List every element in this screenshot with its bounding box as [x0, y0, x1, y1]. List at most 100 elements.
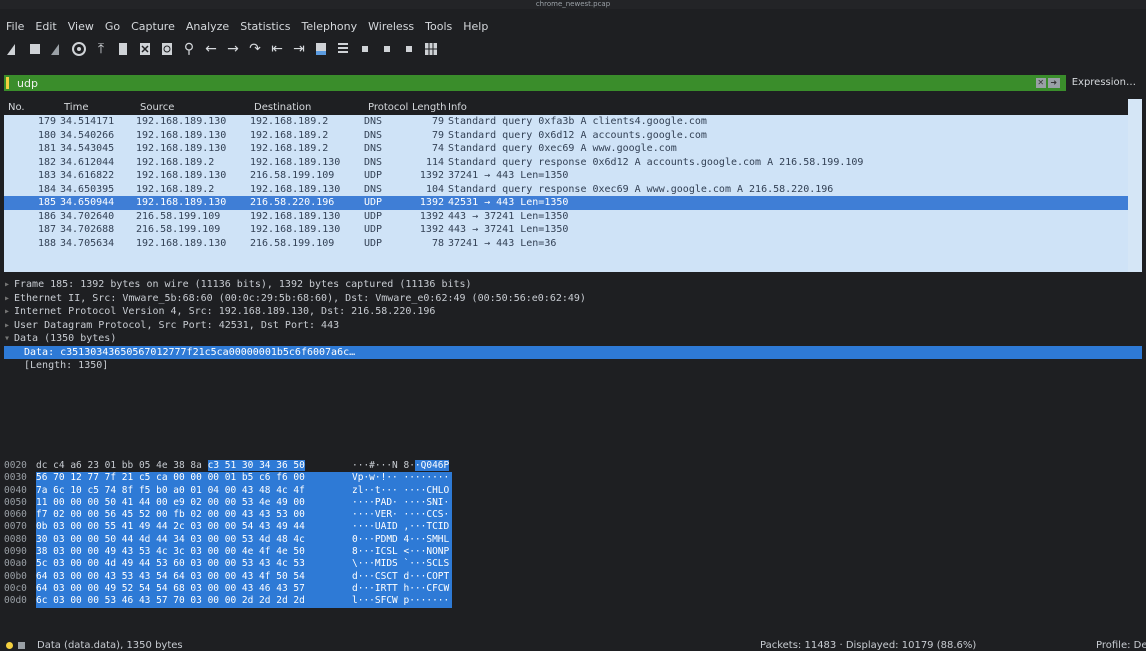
cell-length: 104 [425, 183, 444, 195]
packet-row[interactable]: 181 34.543045 192.168.189.130 192.168.189.2… [4, 142, 1128, 156]
detail-length-field[interactable]: [Length: 1350] [4, 359, 1142, 373]
cell-length: 79 [431, 116, 444, 128]
resize-columns-icon[interactable] [422, 40, 440, 58]
jump-icon[interactable]: ↷ [246, 40, 264, 58]
byte-ascii[interactable]: d···IRTT h···CFCW [352, 582, 452, 596]
expand-icon[interactable]: ▸ [4, 305, 14, 319]
byte-hex[interactable]: 38 03 00 00 49 43 53 4c 3c 03 00 00 4e 4… [36, 546, 352, 559]
detail-data-field[interactable]: Data: c35130343650567012777f21c5ca000000… [4, 345, 1142, 359]
autoscroll-icon[interactable] [312, 40, 330, 58]
detail-udp[interactable]: ▸ User Datagram Protocol, Src Port: 42531… [4, 319, 1142, 333]
detail-data[interactable]: ▾ Data (1350 bytes) [4, 332, 1142, 346]
menu-file[interactable]: File [0, 20, 29, 33]
clear-filter-icon[interactable]: ✕ [1035, 78, 1046, 88]
cell-time: 34.702688 [60, 224, 115, 236]
zoom-normal-icon[interactable] [400, 40, 418, 58]
packet-row[interactable]: 186 34.702640 216.58.199.109 192.168.189.13… [4, 210, 1128, 224]
packet-row[interactable]: 187 34.702688 216.58.199.109 192.168.189.13… [4, 223, 1128, 237]
bytes-row: 0040 7a 6c 10 c5 74 8f f5 b0 a0 01 04 00 … [4, 484, 1142, 497]
byte-hex[interactable]: f7 02 00 00 56 45 52 00 fb 02 00 00 43 4… [36, 509, 352, 522]
byte-ascii[interactable]: 0···PDMD 4···SMHL [352, 533, 452, 547]
packet-list-scrollbar[interactable] [1128, 99, 1142, 272]
byte-hex[interactable]: 5c 03 00 00 4d 49 44 53 60 03 00 00 53 4… [36, 558, 352, 571]
detail-ip[interactable]: ▸ Internet Protocol Version 4, Src: 192.1… [4, 305, 1142, 319]
byte-ascii[interactable]: ····VER· ····CCS· [352, 509, 452, 522]
back-arrow-icon[interactable]: ← [202, 40, 220, 58]
stop-square-icon[interactable] [26, 40, 44, 58]
menu-capture[interactable]: Capture [125, 20, 180, 33]
expert-info-icon[interactable] [6, 642, 13, 649]
apply-filter-icon[interactable]: ➜ [1047, 78, 1060, 88]
column-header-destination[interactable]: Destination [254, 102, 368, 113]
byte-ascii[interactable]: l···SFCW p······· [352, 595, 452, 608]
byte-ascii[interactable]: d···CSCT d···COPT [352, 570, 452, 583]
column-header-no[interactable]: No. [4, 102, 64, 113]
file-icon[interactable] [114, 40, 132, 58]
column-header-source[interactable]: Source [140, 102, 254, 113]
byte-hex[interactable]: 7a 6c 10 c5 74 8f f5 b0 a0 01 04 00 43 4… [36, 484, 352, 497]
zoom-in-icon[interactable] [356, 40, 374, 58]
menu-statistics[interactable]: Statistics [234, 20, 295, 33]
byte-ascii[interactable]: ····PAD· ····SNI· [352, 496, 452, 510]
byte-hex[interactable]: 11 00 00 00 50 41 44 00 e9 02 00 00 53 4… [36, 496, 352, 510]
menu-go[interactable]: Go [99, 20, 125, 33]
menu-wireless[interactable]: Wireless [362, 20, 419, 33]
reload-icon[interactable] [158, 40, 176, 58]
shark-fin-start-icon[interactable] [4, 40, 22, 58]
byte-hex-selected: c3 51 30 34 36 50 [207, 460, 305, 471]
status-profile[interactable]: Profile: Defa [1096, 640, 1146, 651]
menu-analyze[interactable]: Analyze [180, 20, 234, 33]
byte-ascii[interactable]: zl··t··· ····CHLO [352, 484, 452, 497]
display-filter-input[interactable] [9, 75, 1036, 91]
collapse-icon[interactable]: ▾ [4, 332, 14, 346]
byte-hex[interactable]: dc c4 a6 23 01 bb 05 4e 38 8a c3 51 30 3… [36, 460, 352, 472]
bytes-row: 00b0 64 03 00 00 43 53 43 54 64 03 00 00 … [4, 570, 1142, 583]
byte-hex[interactable]: 6c 03 00 00 53 46 43 57 70 03 00 00 2d 2… [36, 595, 352, 608]
packet-row[interactable]: 185 34.650944 192.168.189.130 216.58.220.19… [4, 196, 1128, 210]
expand-icon[interactable]: ▸ [4, 319, 14, 333]
detail-ethernet[interactable]: ▸ Ethernet II, Src: Vmware_5b:68:60 (00:0… [4, 292, 1142, 306]
byte-ascii[interactable]: ···#···N 8··Q046P [352, 460, 452, 472]
last-packet-icon[interactable]: ⇥ [290, 40, 308, 58]
menu-edit[interactable]: Edit [29, 20, 61, 33]
expression-button[interactable]: Expression… [1065, 75, 1142, 91]
open-icon[interactable]: ⤒ [92, 40, 110, 58]
byte-hex[interactable]: 30 03 00 00 50 44 4d 44 34 03 00 00 53 4… [36, 533, 352, 547]
close-file-icon[interactable] [136, 40, 154, 58]
packet-row[interactable]: 184 34.650395 192.168.189.2 192.168.189.130… [4, 183, 1128, 197]
zoom-out-icon[interactable] [378, 40, 396, 58]
byte-ascii[interactable]: 8···ICSL <···NONP [352, 546, 452, 559]
column-header-info[interactable]: Info [448, 102, 1128, 113]
column-header-time[interactable]: Time [64, 102, 140, 113]
column-header-protocol[interactable]: Protocol [368, 102, 412, 113]
expand-icon[interactable]: ▸ [4, 278, 14, 292]
first-packet-icon[interactable]: ⇤ [268, 40, 286, 58]
capture-comments-icon[interactable] [18, 642, 25, 649]
column-header-length[interactable]: Length [412, 102, 448, 113]
byte-ascii[interactable]: \···MIDS `···SCLS [352, 558, 452, 571]
menu-help[interactable]: Help [457, 20, 493, 33]
detail-frame[interactable]: ▸ Frame 185: 1392 bytes on wire (11136 bi… [4, 278, 1142, 292]
expand-icon[interactable]: ▸ [4, 292, 14, 306]
byte-hex[interactable]: 0b 03 00 00 55 41 49 44 2c 03 00 00 54 4… [36, 521, 352, 534]
search-icon[interactable]: ⚲ [180, 40, 198, 58]
colorize-icon[interactable] [334, 40, 352, 58]
byte-hex[interactable]: 64 03 00 00 49 52 54 54 68 03 00 00 43 4… [36, 582, 352, 596]
shark-fin-restart-icon[interactable] [48, 40, 66, 58]
byte-ascii[interactable]: ····UAID ,···TCID [352, 521, 452, 534]
byte-hex[interactable]: 56 70 12 77 7f 21 c5 ca 00 00 00 01 b5 c… [36, 472, 352, 485]
menu-view[interactable]: View [62, 20, 99, 33]
byte-hex[interactable]: 64 03 00 00 43 53 43 54 64 03 00 00 43 4… [36, 570, 352, 583]
forward-arrow-icon[interactable]: → [224, 40, 242, 58]
packet-row[interactable]: 182 34.612044 192.168.189.2 192.168.189.130… [4, 156, 1128, 170]
cell-time: 34.705634 [60, 237, 115, 249]
cell-destination: 192.168.189.130 [250, 156, 341, 168]
menu-tools[interactable]: Tools [419, 20, 457, 33]
packet-row[interactable]: 183 34.616822 192.168.189.130 216.58.199.10… [4, 169, 1128, 183]
gear-icon[interactable] [70, 40, 88, 58]
menu-telephony[interactable]: Telephony [296, 20, 363, 33]
packet-row[interactable]: 188 34.705634 192.168.189.130 216.58.199.10… [4, 237, 1128, 251]
byte-ascii[interactable]: Vp·w·!·· ········ [352, 472, 452, 485]
packet-row[interactable]: 180 34.540266 192.168.189.130 192.168.189.2… [4, 129, 1128, 143]
packet-row[interactable]: 179 34.514171 192.168.189.130 192.168.189.2… [4, 115, 1128, 129]
